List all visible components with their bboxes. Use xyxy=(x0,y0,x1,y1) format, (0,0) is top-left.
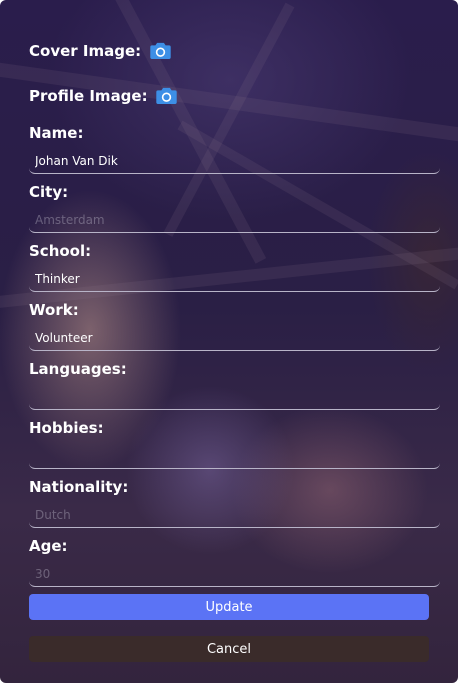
age-input[interactable] xyxy=(29,563,440,585)
nationality-field-wrapper xyxy=(29,504,440,528)
languages-field-wrapper xyxy=(29,386,440,410)
city-field-wrapper xyxy=(29,209,440,233)
cover-image-label: Cover Image: xyxy=(29,42,142,60)
work-label: Work: xyxy=(29,301,79,319)
languages-input[interactable] xyxy=(29,386,440,408)
work-input[interactable] xyxy=(29,327,440,349)
camera-icon[interactable] xyxy=(156,87,177,104)
languages-label: Languages: xyxy=(29,360,127,378)
profile-image-label: Profile Image: xyxy=(29,87,148,105)
city-label: City: xyxy=(29,183,69,201)
nationality-label: Nationality: xyxy=(29,478,129,496)
city-input[interactable] xyxy=(29,209,440,231)
age-label: Age: xyxy=(29,537,68,555)
age-field-wrapper xyxy=(29,563,440,587)
edit-profile-modal: Cover Image: Profile Image: Name: City: … xyxy=(0,0,458,683)
camera-icon[interactable] xyxy=(150,42,171,59)
name-label: Name: xyxy=(29,124,84,142)
cancel-button[interactable]: Cancel xyxy=(29,636,429,662)
update-button[interactable]: Update xyxy=(29,594,429,620)
school-field-wrapper xyxy=(29,268,440,292)
school-label: School: xyxy=(29,242,92,260)
name-field-wrapper xyxy=(29,150,440,174)
profile-form: Cover Image: Profile Image: Name: City: … xyxy=(0,0,458,683)
work-field-wrapper xyxy=(29,327,440,351)
hobbies-input[interactable] xyxy=(29,445,440,467)
hobbies-label: Hobbies: xyxy=(29,419,104,437)
school-input[interactable] xyxy=(29,268,440,290)
nationality-input[interactable] xyxy=(29,504,440,526)
hobbies-field-wrapper xyxy=(29,445,440,469)
name-input[interactable] xyxy=(29,150,440,172)
